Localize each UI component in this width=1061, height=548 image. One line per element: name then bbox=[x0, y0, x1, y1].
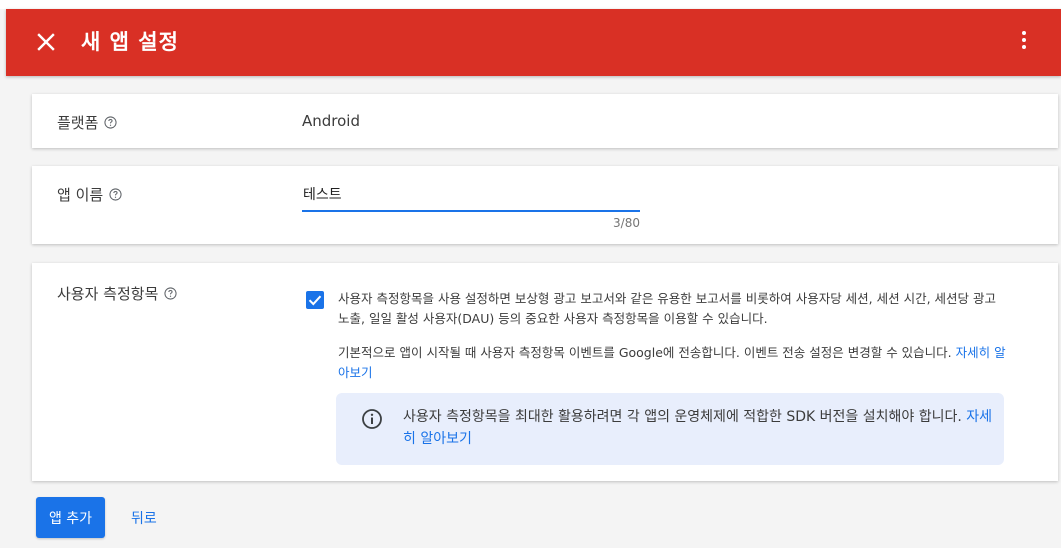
user-metrics-checkbox[interactable] bbox=[306, 291, 324, 309]
info-text: 사용자 측정항목을 최대한 활용하려면 각 앱의 운영체제에 적합한 SDK 버… bbox=[403, 406, 993, 450]
help-icon[interactable] bbox=[164, 287, 177, 300]
user-metrics-default-text: 기본적으로 앱이 시작될 때 사용자 측정항목 이벤트를 Google에 전송합… bbox=[338, 343, 1008, 383]
default-text: 기본적으로 앱이 시작될 때 사용자 측정항목 이벤트를 Google에 전송합… bbox=[338, 345, 952, 360]
character-counter: 3/80 bbox=[613, 216, 640, 230]
user-metrics-description: 사용자 측정항목을 사용 설정하면 보상형 광고 보고서와 같은 유용한 보고서… bbox=[338, 291, 997, 326]
info-icon bbox=[362, 409, 382, 429]
app-name-field: 3/80 bbox=[302, 184, 643, 230]
platform-value: Android bbox=[302, 112, 360, 130]
add-app-button[interactable]: 앱 추가 bbox=[36, 497, 105, 538]
more-vert-icon[interactable] bbox=[1019, 31, 1029, 55]
back-button[interactable]: 뒤로 bbox=[131, 508, 157, 528]
app-name-label-row: 앱 이름 bbox=[57, 184, 122, 205]
help-icon[interactable] bbox=[109, 188, 122, 201]
user-metrics-label: 사용자 측정항목 bbox=[57, 285, 159, 303]
app-name-label: 앱 이름 bbox=[57, 186, 104, 204]
input-underline bbox=[302, 210, 640, 212]
platform-label: 플랫폼 bbox=[57, 114, 99, 132]
platform-card: 플랫폼 Android bbox=[32, 94, 1058, 148]
app-name-input[interactable] bbox=[302, 186, 643, 206]
top-strip bbox=[0, 0, 1061, 9]
close-icon[interactable] bbox=[34, 30, 58, 54]
check-icon bbox=[308, 295, 322, 306]
user-metrics-card: 사용자 측정항목 사용자 측정항목을 사용 설정하면 보상형 광고 보고서와 같… bbox=[32, 263, 1058, 481]
app-name-card: 앱 이름 3/80 bbox=[32, 166, 1058, 244]
user-metrics-label-row: 사용자 측정항목 bbox=[57, 283, 177, 304]
info-message: 사용자 측정항목을 최대한 활용하려면 각 앱의 운영체제에 적합한 SDK 버… bbox=[403, 409, 962, 425]
help-icon[interactable] bbox=[104, 116, 117, 129]
platform-label-row: 플랫폼 bbox=[57, 112, 117, 133]
app-bar: 새 앱 설정 bbox=[6, 9, 1061, 76]
info-callout: 사용자 측정항목을 최대한 활용하려면 각 앱의 운영체제에 적합한 SDK 버… bbox=[336, 393, 1004, 465]
page-title: 새 앱 설정 bbox=[81, 30, 179, 54]
